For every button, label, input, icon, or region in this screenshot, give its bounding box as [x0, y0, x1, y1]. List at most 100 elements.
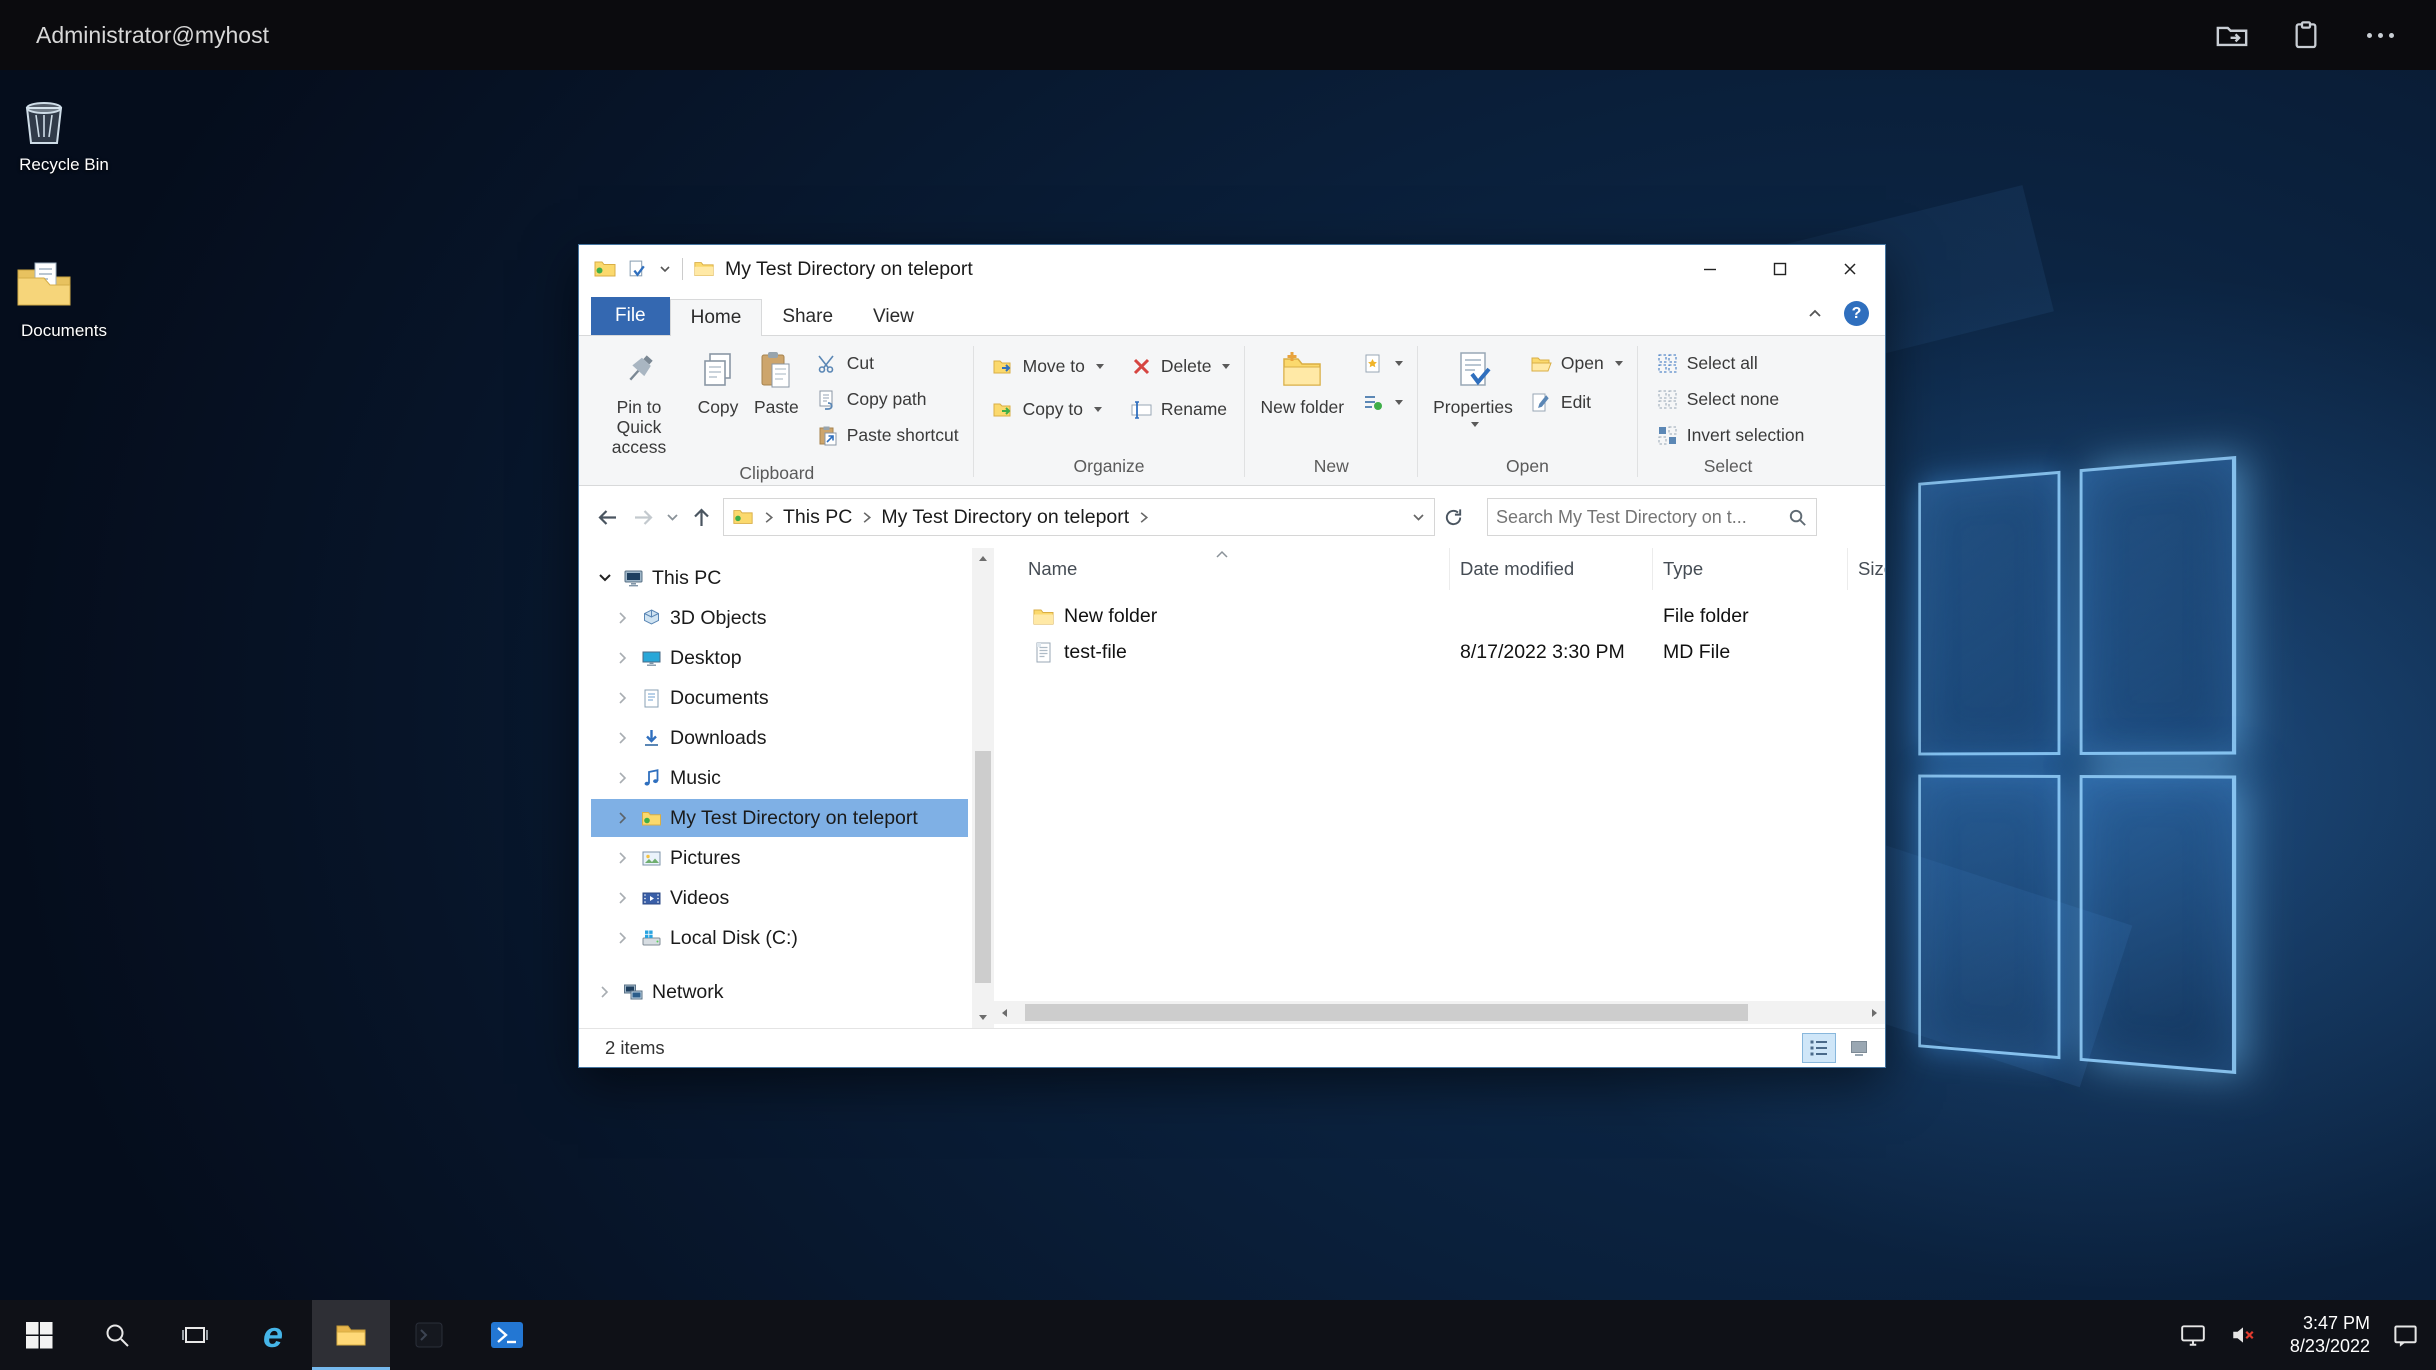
horizontal-scrollbar[interactable]	[994, 1001, 1885, 1024]
desktop-icon-recycle-bin[interactable]: Recycle Bin	[12, 86, 116, 175]
tree-item-music[interactable]: Music	[579, 758, 972, 798]
internet-explorer-icon[interactable]: e	[234, 1300, 312, 1370]
cut-button[interactable]: Cut	[810, 349, 965, 378]
search-box[interactable]	[1487, 498, 1817, 536]
column-header-type[interactable]: Type	[1653, 548, 1848, 590]
tree-item-network[interactable]: Network	[579, 972, 972, 1012]
tree-scrollbar[interactable]	[972, 548, 994, 1028]
tab-view[interactable]: View	[853, 299, 934, 335]
rename-button[interactable]: Rename	[1124, 395, 1237, 424]
chevron-right-icon[interactable]	[613, 728, 633, 748]
copy-to-button[interactable]: Copy to	[986, 395, 1110, 424]
search-input[interactable]	[1496, 507, 1787, 528]
scrollbar-thumb[interactable]	[975, 751, 991, 983]
recent-locations-chevron-icon[interactable]	[661, 499, 683, 535]
delete-button[interactable]: Delete	[1124, 352, 1237, 381]
chevron-right-icon[interactable]	[613, 888, 633, 908]
tab-file[interactable]: File	[591, 297, 670, 335]
open-button[interactable]: Open	[1524, 349, 1629, 378]
search-icon[interactable]	[1787, 507, 1808, 528]
file-explorer-taskbar-button[interactable]	[312, 1300, 390, 1370]
address-bar[interactable]: This PC My Test Directory on teleport	[723, 498, 1435, 536]
paste-button[interactable]: Paste	[747, 344, 806, 421]
copy-button[interactable]: Copy	[689, 344, 747, 421]
breadcrumb-chevron-icon[interactable]	[1136, 510, 1151, 525]
desktop-icon-documents[interactable]: Documents	[12, 252, 116, 341]
tree-item-3d-objects[interactable]: 3D Objects	[579, 598, 972, 638]
chevron-right-icon[interactable]	[613, 608, 633, 628]
chevron-right-icon[interactable]	[613, 848, 633, 868]
tree-item-pictures[interactable]: Pictures	[579, 838, 972, 878]
command-prompt-icon[interactable]	[390, 1300, 468, 1370]
new-item-button[interactable]	[1355, 349, 1409, 378]
properties-button[interactable]: Properties	[1426, 344, 1520, 431]
column-header-date-modified[interactable]: Date modified	[1450, 548, 1653, 590]
tree-item-teleport-directory[interactable]: My Test Directory on teleport	[579, 798, 972, 838]
chevron-right-icon[interactable]	[613, 808, 633, 828]
file-row-new-folder[interactable]: New folder File folder	[994, 598, 1885, 634]
tree-item-videos[interactable]: Videos	[579, 878, 972, 918]
move-to-button[interactable]: Move to	[986, 352, 1110, 381]
qat-customize-chevron-icon[interactable]	[658, 262, 672, 276]
tree-item-this-pc[interactable]: This PC	[579, 558, 972, 598]
paste-shortcut-button[interactable]: Paste shortcut	[810, 421, 965, 450]
tree-item-desktop[interactable]: Desktop	[579, 638, 972, 678]
column-header-name[interactable]: Name	[994, 548, 1450, 590]
share-directory-icon[interactable]	[2212, 15, 2252, 55]
tab-home[interactable]: Home	[670, 299, 763, 336]
forward-button[interactable]	[625, 499, 661, 535]
refresh-button[interactable]	[1435, 498, 1471, 536]
file-row-test-file[interactable]: test-file 8/17/2022 3:30 PM MD File	[994, 634, 1885, 670]
breadcrumb-chevron-icon[interactable]	[761, 510, 776, 525]
select-none-button[interactable]: Select none	[1650, 385, 1811, 414]
select-all-button[interactable]: Select all	[1650, 349, 1811, 378]
chevron-right-icon[interactable]	[595, 982, 615, 1002]
easy-access-button[interactable]	[1355, 388, 1409, 417]
chevron-right-icon[interactable]	[613, 648, 633, 668]
breadcrumb-this-pc[interactable]: This PC	[783, 506, 852, 529]
invert-selection-button[interactable]: Invert selection	[1650, 421, 1811, 450]
breadcrumb-chevron-icon[interactable]	[859, 510, 874, 525]
remote-display-tray-icon[interactable]	[2178, 1320, 2208, 1350]
up-button[interactable]	[683, 499, 719, 535]
tree-item-local-disk[interactable]: Local Disk (C:)	[579, 918, 972, 958]
chevron-right-icon[interactable]	[613, 688, 633, 708]
tree-item-downloads[interactable]: Downloads	[579, 718, 972, 758]
close-button[interactable]	[1815, 245, 1885, 293]
qat-properties-icon[interactable]	[627, 259, 648, 280]
scroll-up-icon[interactable]	[972, 548, 994, 570]
address-dropdown-icon[interactable]	[1411, 510, 1426, 525]
back-button[interactable]	[589, 499, 625, 535]
edit-button[interactable]: Edit	[1524, 388, 1629, 417]
tree-item-documents[interactable]: Documents	[579, 678, 972, 718]
copy-path-button[interactable]: Copy path	[810, 385, 965, 414]
maximize-button[interactable]	[1745, 245, 1815, 293]
breadcrumb-current-dir[interactable]: My Test Directory on teleport	[881, 506, 1129, 529]
explorer-app-icon[interactable]	[593, 257, 617, 281]
title-bar[interactable]: My Test Directory on teleport	[579, 245, 1885, 293]
scroll-right-icon[interactable]	[1863, 1001, 1885, 1024]
large-icons-view-button[interactable]	[1843, 1034, 1875, 1062]
scroll-left-icon[interactable]	[994, 1001, 1016, 1024]
taskbar-clock[interactable]: 3:47 PM 8/23/2022	[2278, 1312, 2370, 1359]
task-view-button[interactable]	[156, 1300, 234, 1370]
pin-to-quick-access-button[interactable]: Pin to Quick access	[589, 344, 689, 461]
scroll-down-icon[interactable]	[972, 1006, 994, 1028]
minimize-button[interactable]	[1675, 245, 1745, 293]
powershell-icon[interactable]	[468, 1300, 546, 1370]
scrollbar-thumb[interactable]	[1025, 1004, 1748, 1021]
help-icon[interactable]: ?	[1844, 301, 1869, 326]
tab-share[interactable]: Share	[762, 299, 853, 335]
start-button[interactable]	[0, 1300, 78, 1370]
taskbar-search-button[interactable]	[78, 1300, 156, 1370]
details-view-button[interactable]	[1803, 1034, 1835, 1062]
clipboard-icon[interactable]	[2286, 15, 2326, 55]
chevron-right-icon[interactable]	[613, 768, 633, 788]
column-header-size[interactable]: Size	[1848, 548, 1885, 590]
collapse-ribbon-icon[interactable]	[1806, 305, 1824, 323]
new-folder-button[interactable]: New folder	[1253, 344, 1351, 421]
more-menu-icon[interactable]	[2360, 15, 2400, 55]
volume-muted-icon[interactable]	[2228, 1320, 2258, 1350]
chevron-right-icon[interactable]	[613, 928, 633, 948]
chevron-down-icon[interactable]	[595, 568, 615, 588]
